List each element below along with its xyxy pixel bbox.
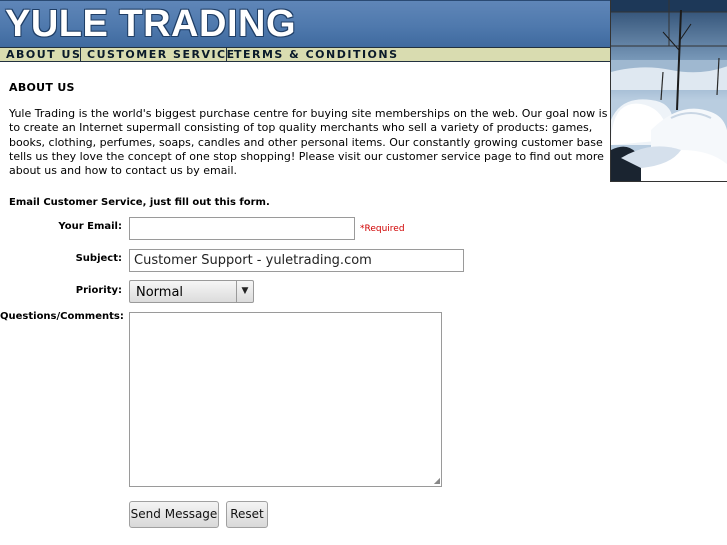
- required-note: *Required: [360, 224, 405, 234]
- subject-label: Subject:: [75, 253, 122, 264]
- nav-terms-conditions[interactable]: TERMS & CONDITIONS: [234, 48, 399, 61]
- nav-customer-service[interactable]: CUSTOMER SERVICE: [87, 48, 236, 61]
- about-paragraph: Yule Trading is the world's biggest purc…: [9, 107, 608, 178]
- email-label: Your Email:: [58, 221, 122, 232]
- comments-label: Questions/Comments:: [0, 311, 124, 322]
- nav-about-us[interactable]: ABOUT US: [6, 48, 81, 61]
- priority-select[interactable]: Normal ▼: [129, 280, 254, 303]
- reset-button[interactable]: Reset: [226, 501, 268, 528]
- subject-field[interactable]: [129, 249, 464, 272]
- main-nav: ABOUT US CUSTOMER SERVICE TERMS & CONDIT…: [0, 47, 610, 62]
- winter-landscape-image: [610, 0, 727, 182]
- about-heading: ABOUT US: [9, 81, 75, 94]
- priority-label: Priority:: [75, 285, 122, 296]
- priority-selected-value: Normal: [136, 285, 184, 300]
- nav-divider: [80, 48, 81, 61]
- form-intro-text: Email Customer Service, just fill out th…: [9, 197, 270, 208]
- chevron-down-icon[interactable]: ▼: [236, 281, 253, 302]
- resize-grip-icon[interactable]: ◢: [434, 477, 440, 485]
- email-field[interactable]: [129, 217, 355, 240]
- comments-textarea[interactable]: ◢: [129, 312, 442, 487]
- send-message-button[interactable]: Send Message: [129, 501, 219, 528]
- site-header: YULE TRADING: [0, 0, 610, 47]
- nav-divider: [226, 48, 227, 61]
- site-logo[interactable]: YULE TRADING: [5, 5, 296, 43]
